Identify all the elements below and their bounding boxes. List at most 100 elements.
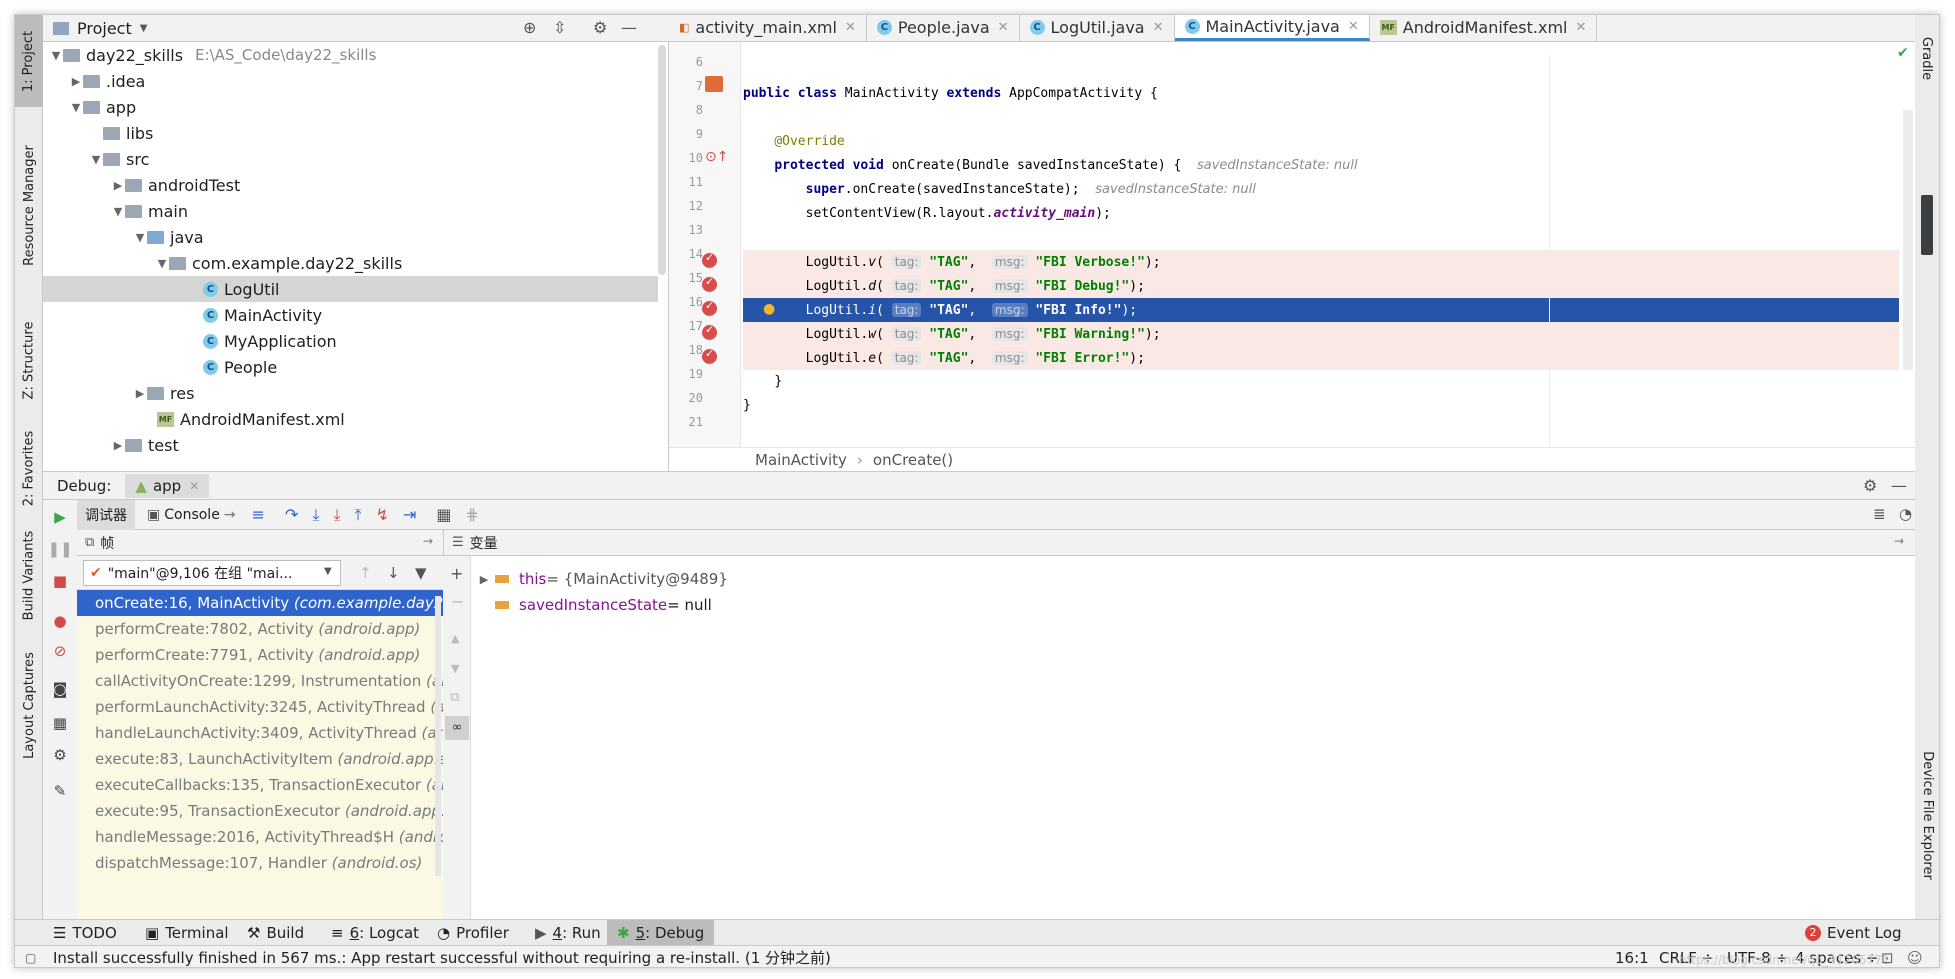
expand-arrow-icon[interactable]: ▶ xyxy=(111,439,125,452)
view-breakpoints-icon[interactable]: ● xyxy=(49,610,71,632)
restore-layout-icon[interactable]: ≣ xyxy=(1873,505,1886,523)
code-line-16-current[interactable]: LogUtil.i( tag: "TAG", msg: "FBI Info!")… xyxy=(743,298,1899,322)
tool-tab-layout-captures[interactable]: Layout Captures xyxy=(15,640,43,770)
resume-icon[interactable]: ▶ xyxy=(49,506,71,528)
frame-row[interactable]: performCreate:7791, Activity (android.ap… xyxy=(77,642,443,668)
tab-mainactivity-java[interactable]: C MainActivity.java ✕ xyxy=(1174,15,1370,41)
code-line-14[interactable]: LogUtil.v( tag: "TAG", msg: "FBI Verbose… xyxy=(743,250,1899,274)
gear-icon[interactable]: ⚙ xyxy=(593,18,607,37)
run-to-cursor-icon[interactable]: ⇥ xyxy=(403,505,416,524)
project-scrollbar[interactable] xyxy=(658,45,666,275)
step-over-icon[interactable]: ↷ xyxy=(285,505,298,524)
move-up-icon[interactable]: ▲ xyxy=(451,632,459,645)
debug-config-tab[interactable]: ▲ app ✕ xyxy=(125,473,210,498)
frames-scrollbar[interactable] xyxy=(435,596,441,876)
tab-profiler[interactable]: ◔ Profiler xyxy=(437,920,509,946)
tool-tab-build-variants[interactable]: Build Variants xyxy=(15,520,43,630)
frame-row[interactable]: executeCallbacks:135, TransactionExecuto… xyxy=(77,772,443,798)
expand-arrow-icon[interactable]: ▶ xyxy=(69,75,83,88)
tool-tab-favorites[interactable]: 2: Favorites xyxy=(15,423,43,513)
arrow-up-icon[interactable]: ↑ xyxy=(359,564,372,582)
code-line-17[interactable]: LogUtil.w( tag: "TAG", msg: "FBI Warning… xyxy=(743,322,1899,346)
frame-row[interactable]: execute:83, LaunchActivityItem (android.… xyxy=(77,746,443,772)
tool-tab-structure[interactable]: Z: Structure xyxy=(15,305,43,415)
tab-activity-main-xml[interactable]: ◧ activity_main.xml ✕ xyxy=(669,15,867,41)
tree-item-people[interactable]: C People xyxy=(43,354,658,380)
tab-build[interactable]: ⚒ Build xyxy=(247,920,304,946)
breakpoint-icon[interactable] xyxy=(702,299,717,316)
close-icon[interactable]: ✕ xyxy=(998,20,1009,35)
close-icon[interactable]: ✕ xyxy=(1153,20,1164,35)
code-line-11[interactable]: super.onCreate(savedInstanceState); save… xyxy=(743,178,1899,202)
remove-watch-icon[interactable]: − xyxy=(451,592,464,611)
stop-icon[interactable]: ■ xyxy=(49,570,71,592)
tool-tab-device-file-explorer[interactable]: Device File Explorer xyxy=(1914,735,1939,895)
pin-icon[interactable]: → xyxy=(423,534,433,548)
tree-item-libs[interactable]: libs xyxy=(43,120,658,146)
collapse-all-icon[interactable]: ⇳ xyxy=(553,18,566,37)
minimize-icon[interactable]: — xyxy=(621,18,637,37)
status-message[interactable]: Install successfully finished in 567 ms.… xyxy=(53,946,831,967)
add-watch-icon[interactable]: + xyxy=(450,564,463,583)
expand-arrow-icon[interactable]: ▼ xyxy=(49,49,63,62)
frame-row[interactable]: callActivityOnCreate:1299, Instrumentati… xyxy=(77,668,443,694)
event-log-button[interactable]: 2 Event Log xyxy=(1805,920,1902,946)
project-view-selector[interactable]: Project xyxy=(77,19,132,38)
tree-item-mainactivity[interactable]: C MainActivity xyxy=(43,302,658,328)
pin-tab-icon[interactable]: → xyxy=(224,507,236,523)
variable-this[interactable]: ▶ this = {MainActivity@9489} xyxy=(477,566,728,592)
show-execution-point-icon[interactable]: ≡ xyxy=(252,505,265,524)
evaluate-expression-icon[interactable]: ▦ xyxy=(436,505,451,524)
step-into-icon[interactable]: ⤓ xyxy=(312,505,319,525)
tab-todo[interactable]: ☰ TODO xyxy=(53,920,117,946)
tree-item-androidtest[interactable]: ▶ androidTest xyxy=(43,172,658,198)
drop-frame-icon[interactable]: ↯ xyxy=(376,505,389,524)
code-line-9[interactable]: @Override xyxy=(743,130,1899,154)
tab-debugger[interactable]: 调试器 xyxy=(77,499,135,530)
pause-icon[interactable]: ❚❚ xyxy=(47,538,72,560)
emulator-handle[interactable] xyxy=(1921,195,1933,255)
thread-select[interactable]: ✔ "main"@9,106 在组 "mai... ▼ xyxy=(83,560,341,586)
expand-arrow-icon[interactable]: ▼ xyxy=(155,257,169,270)
pin-icon[interactable]: → xyxy=(1894,534,1904,548)
caret-position[interactable]: 16:1 xyxy=(1615,946,1649,967)
frame-row[interactable]: execute:95, TransactionExecutor (android… xyxy=(77,798,443,824)
code-line-15[interactable]: LogUtil.d( tag: "TAG", msg: "FBI Debug!"… xyxy=(743,274,1899,298)
force-step-into-icon[interactable]: ⤓ xyxy=(333,505,340,525)
tree-item-manifest[interactable]: MF AndroidManifest.xml xyxy=(43,406,658,432)
layout-preview-icon[interactable] xyxy=(705,76,723,92)
tab-terminal[interactable]: ▣ Terminal xyxy=(145,920,229,946)
camera-icon[interactable]: ◙ xyxy=(49,678,71,700)
tab-androidmanifest-xml[interactable]: MF AndroidManifest.xml ✕ xyxy=(1370,15,1598,41)
tab-logutil-java[interactable]: C LogUtil.java ✕ xyxy=(1020,15,1175,41)
tree-item-main[interactable]: ▼ main xyxy=(43,198,658,224)
move-down-icon[interactable]: ▼ xyxy=(451,662,459,675)
frame-row[interactable]: handleMessage:2016, ActivityThread$H (an… xyxy=(77,824,443,850)
frame-row[interactable]: performLaunchActivity:3245, ActivityThre… xyxy=(77,694,443,720)
frame-row[interactable]: performCreate:7802, Activity (android.ap… xyxy=(77,616,443,642)
tool-tab-gradle[interactable]: Gradle xyxy=(1914,23,1939,93)
step-out-icon[interactable]: ⤒ xyxy=(355,505,362,525)
tool-tab-project[interactable]: 1: Project xyxy=(15,15,43,107)
tab-logcat[interactable]: ≡ 6: Logcat xyxy=(331,920,419,946)
intention-bulb-icon[interactable]: ● xyxy=(763,301,775,317)
expand-arrow-icon[interactable]: ▼ xyxy=(111,205,125,218)
code-line-19[interactable]: } xyxy=(743,370,1899,394)
inspector-icon[interactable]: ☺ xyxy=(1907,946,1923,967)
tree-item-res[interactable]: ▶ res xyxy=(43,380,658,406)
lock-icon[interactable]: ⊡ xyxy=(1881,946,1894,967)
tab-run[interactable]: ▶ 4: Run xyxy=(535,920,601,946)
chevron-down-icon[interactable]: ▼ xyxy=(140,23,148,34)
tree-item-src[interactable]: ▼ src xyxy=(43,146,658,172)
tool-tab-resource-manager[interactable]: Resource Manager xyxy=(15,115,43,295)
mute-breakpoints-icon[interactable]: ⊘ xyxy=(49,640,71,662)
close-icon[interactable]: ✕ xyxy=(1576,20,1587,35)
tab-debug[interactable]: ✱ 5: Debug xyxy=(607,920,715,946)
code-line-12[interactable]: setContentView(R.layout.activity_main); xyxy=(743,202,1899,226)
locate-icon[interactable]: ⊕ xyxy=(523,18,536,37)
gauge-icon[interactable]: ◔ xyxy=(1899,505,1912,523)
tree-item-myapplication[interactable]: C MyApplication xyxy=(43,328,658,354)
code-line-10[interactable]: protected void onCreate(Bundle savedInst… xyxy=(743,154,1899,178)
tree-item-package[interactable]: ▼ com.example.day22_skills xyxy=(43,250,658,276)
expand-arrow-icon[interactable]: ▼ xyxy=(89,153,103,166)
